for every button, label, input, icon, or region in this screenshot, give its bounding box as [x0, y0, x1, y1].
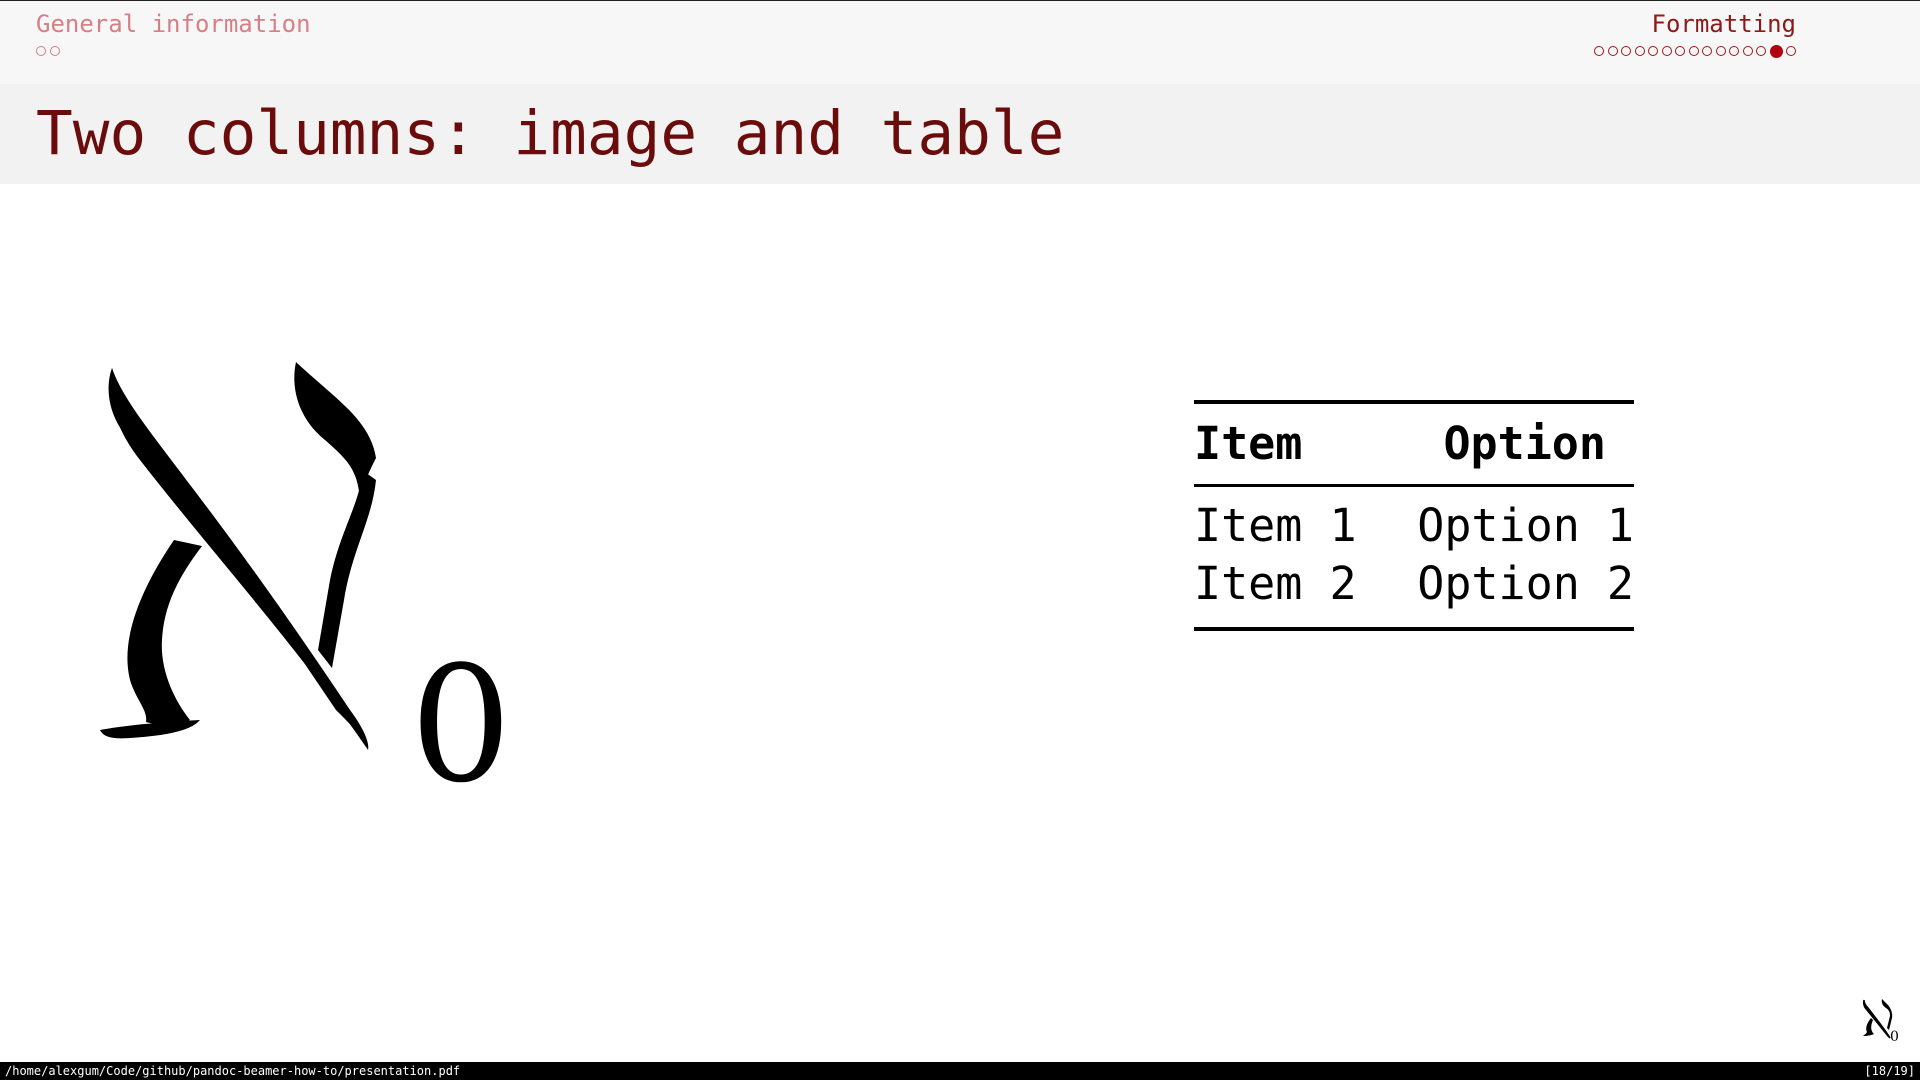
- subscript-zero: 0: [410, 631, 512, 790]
- table-row: Item 1 Option 1: [1194, 486, 1634, 556]
- section-label[interactable]: Formatting: [1594, 10, 1797, 38]
- frame-dot[interactable]: [1702, 46, 1712, 56]
- frame-dots: [1594, 44, 1796, 58]
- frame-title: Two columns: image and table: [36, 98, 1065, 169]
- frame-title-bar: Two columns: image and table: [0, 84, 1920, 184]
- aleph-zero-logo-icon: 0: [1862, 999, 1899, 1042]
- section-general-information[interactable]: General information: [36, 10, 311, 56]
- item-option-table: Item Option Item 1 Option 1 Item 2 Optio…: [1194, 400, 1634, 631]
- table-cell-item: Item 2: [1194, 557, 1357, 610]
- navigation-headline: General information Formatting: [0, 1, 1920, 84]
- section-label[interactable]: General information: [36, 10, 311, 38]
- frame-dots: [36, 46, 311, 56]
- page-indicator: [18/19]: [1864, 1064, 1915, 1078]
- frame-dot[interactable]: [1661, 46, 1672, 56]
- frame-dot[interactable]: [1688, 46, 1699, 56]
- logo-subscript: 0: [1890, 1029, 1899, 1042]
- frame-dot[interactable]: [1729, 46, 1739, 56]
- file-path: /home/alexgum/Code/github/pandoc-beamer-…: [5, 1064, 461, 1078]
- frame-dot[interactable]: [49, 46, 60, 56]
- frame-dot[interactable]: [1607, 46, 1618, 56]
- table-cell-option: Option 1: [1417, 499, 1634, 552]
- frame-dot[interactable]: [1634, 46, 1645, 56]
- table-cell-option: Option 2: [1417, 557, 1634, 610]
- frame-dot[interactable]: [1594, 46, 1604, 56]
- table-row: Item 2 Option 2: [1194, 555, 1634, 629]
- viewer-status-bar: /home/alexgum/Code/github/pandoc-beamer-…: [0, 1062, 1920, 1080]
- frame-dot[interactable]: [1675, 46, 1685, 56]
- frame-dot[interactable]: [36, 46, 46, 56]
- frame-dot[interactable]: [1756, 46, 1766, 56]
- item-option-table-container: Item Option Item 1 Option 1 Item 2 Optio…: [1194, 400, 1634, 631]
- frame-dot[interactable]: [1648, 46, 1658, 56]
- section-formatting[interactable]: Formatting: [1594, 10, 1796, 58]
- frame-dot[interactable]: [1742, 46, 1753, 56]
- frame-dot-current[interactable]: [1769, 44, 1783, 58]
- column-header-option: Option: [1443, 417, 1606, 470]
- table-cell-item: Item 1: [1194, 499, 1357, 552]
- frame-dot[interactable]: [1621, 46, 1631, 56]
- column-header-item: Item: [1194, 417, 1303, 470]
- table-header-row: Item Option: [1194, 402, 1634, 486]
- aleph-zero-image: 0: [100, 362, 512, 790]
- frame-dot[interactable]: [1715, 46, 1726, 56]
- frame-dot[interactable]: [1786, 46, 1796, 56]
